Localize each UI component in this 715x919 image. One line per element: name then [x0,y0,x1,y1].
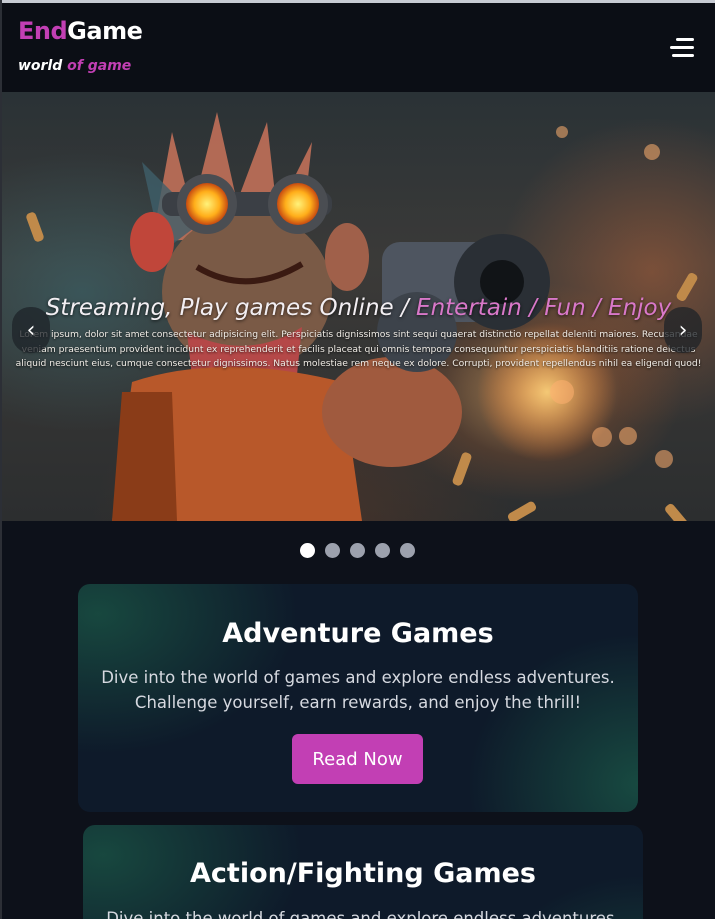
adventure-games-card: Adventure Games Dive into the world of g… [78,584,638,812]
page: EndGame world of game Streaming, Play ga… [0,0,715,919]
hero-title: Streaming, Play games Online / Entertain… [2,295,715,321]
carousel-dot-4[interactable] [375,543,390,558]
card-title: Adventure Games [222,618,494,649]
hamburger-menu-icon[interactable] [670,38,694,60]
logo-part-game: Game [67,17,143,45]
card-description: Dive into the world of games and explore… [106,909,620,919]
carousel-dot-2[interactable] [325,543,340,558]
read-now-button[interactable]: Read Now [292,734,423,784]
chevron-right-icon: › [678,317,688,343]
carousel-dot-5[interactable] [400,543,415,558]
hero-carousel: Streaming, Play games Online / Entertain… [2,92,715,521]
hero-title-part1: Streaming, Play games Online / [45,295,417,321]
hero-description: Lorem ipsum, dolor sit amet consectetur … [15,329,702,369]
chevron-left-icon: ‹ [26,317,36,343]
site-header: EndGame world of game [2,3,715,92]
carousel-dot-1[interactable] [300,543,315,558]
carousel-prev-button[interactable]: ‹ [12,307,50,353]
card-title: Action/Fighting Games [190,858,536,889]
tagline-part-of-game: of game [67,58,132,74]
logo[interactable]: EndGame [18,17,143,45]
hero-title-part2: Entertain / Fun / Enjoy [416,295,672,321]
left-border [0,0,2,919]
card-description: Dive into the world of games and explore… [101,668,615,712]
action-fighting-games-card: Action/Fighting Games Dive into the worl… [83,825,643,919]
logo-part-end: End [18,17,68,45]
carousel-dot-3[interactable] [350,543,365,558]
carousel-indicators [0,543,715,559]
carousel-next-button[interactable]: › [664,307,702,353]
tagline-part-world: world [18,58,63,74]
tagline: world of game [18,58,131,74]
